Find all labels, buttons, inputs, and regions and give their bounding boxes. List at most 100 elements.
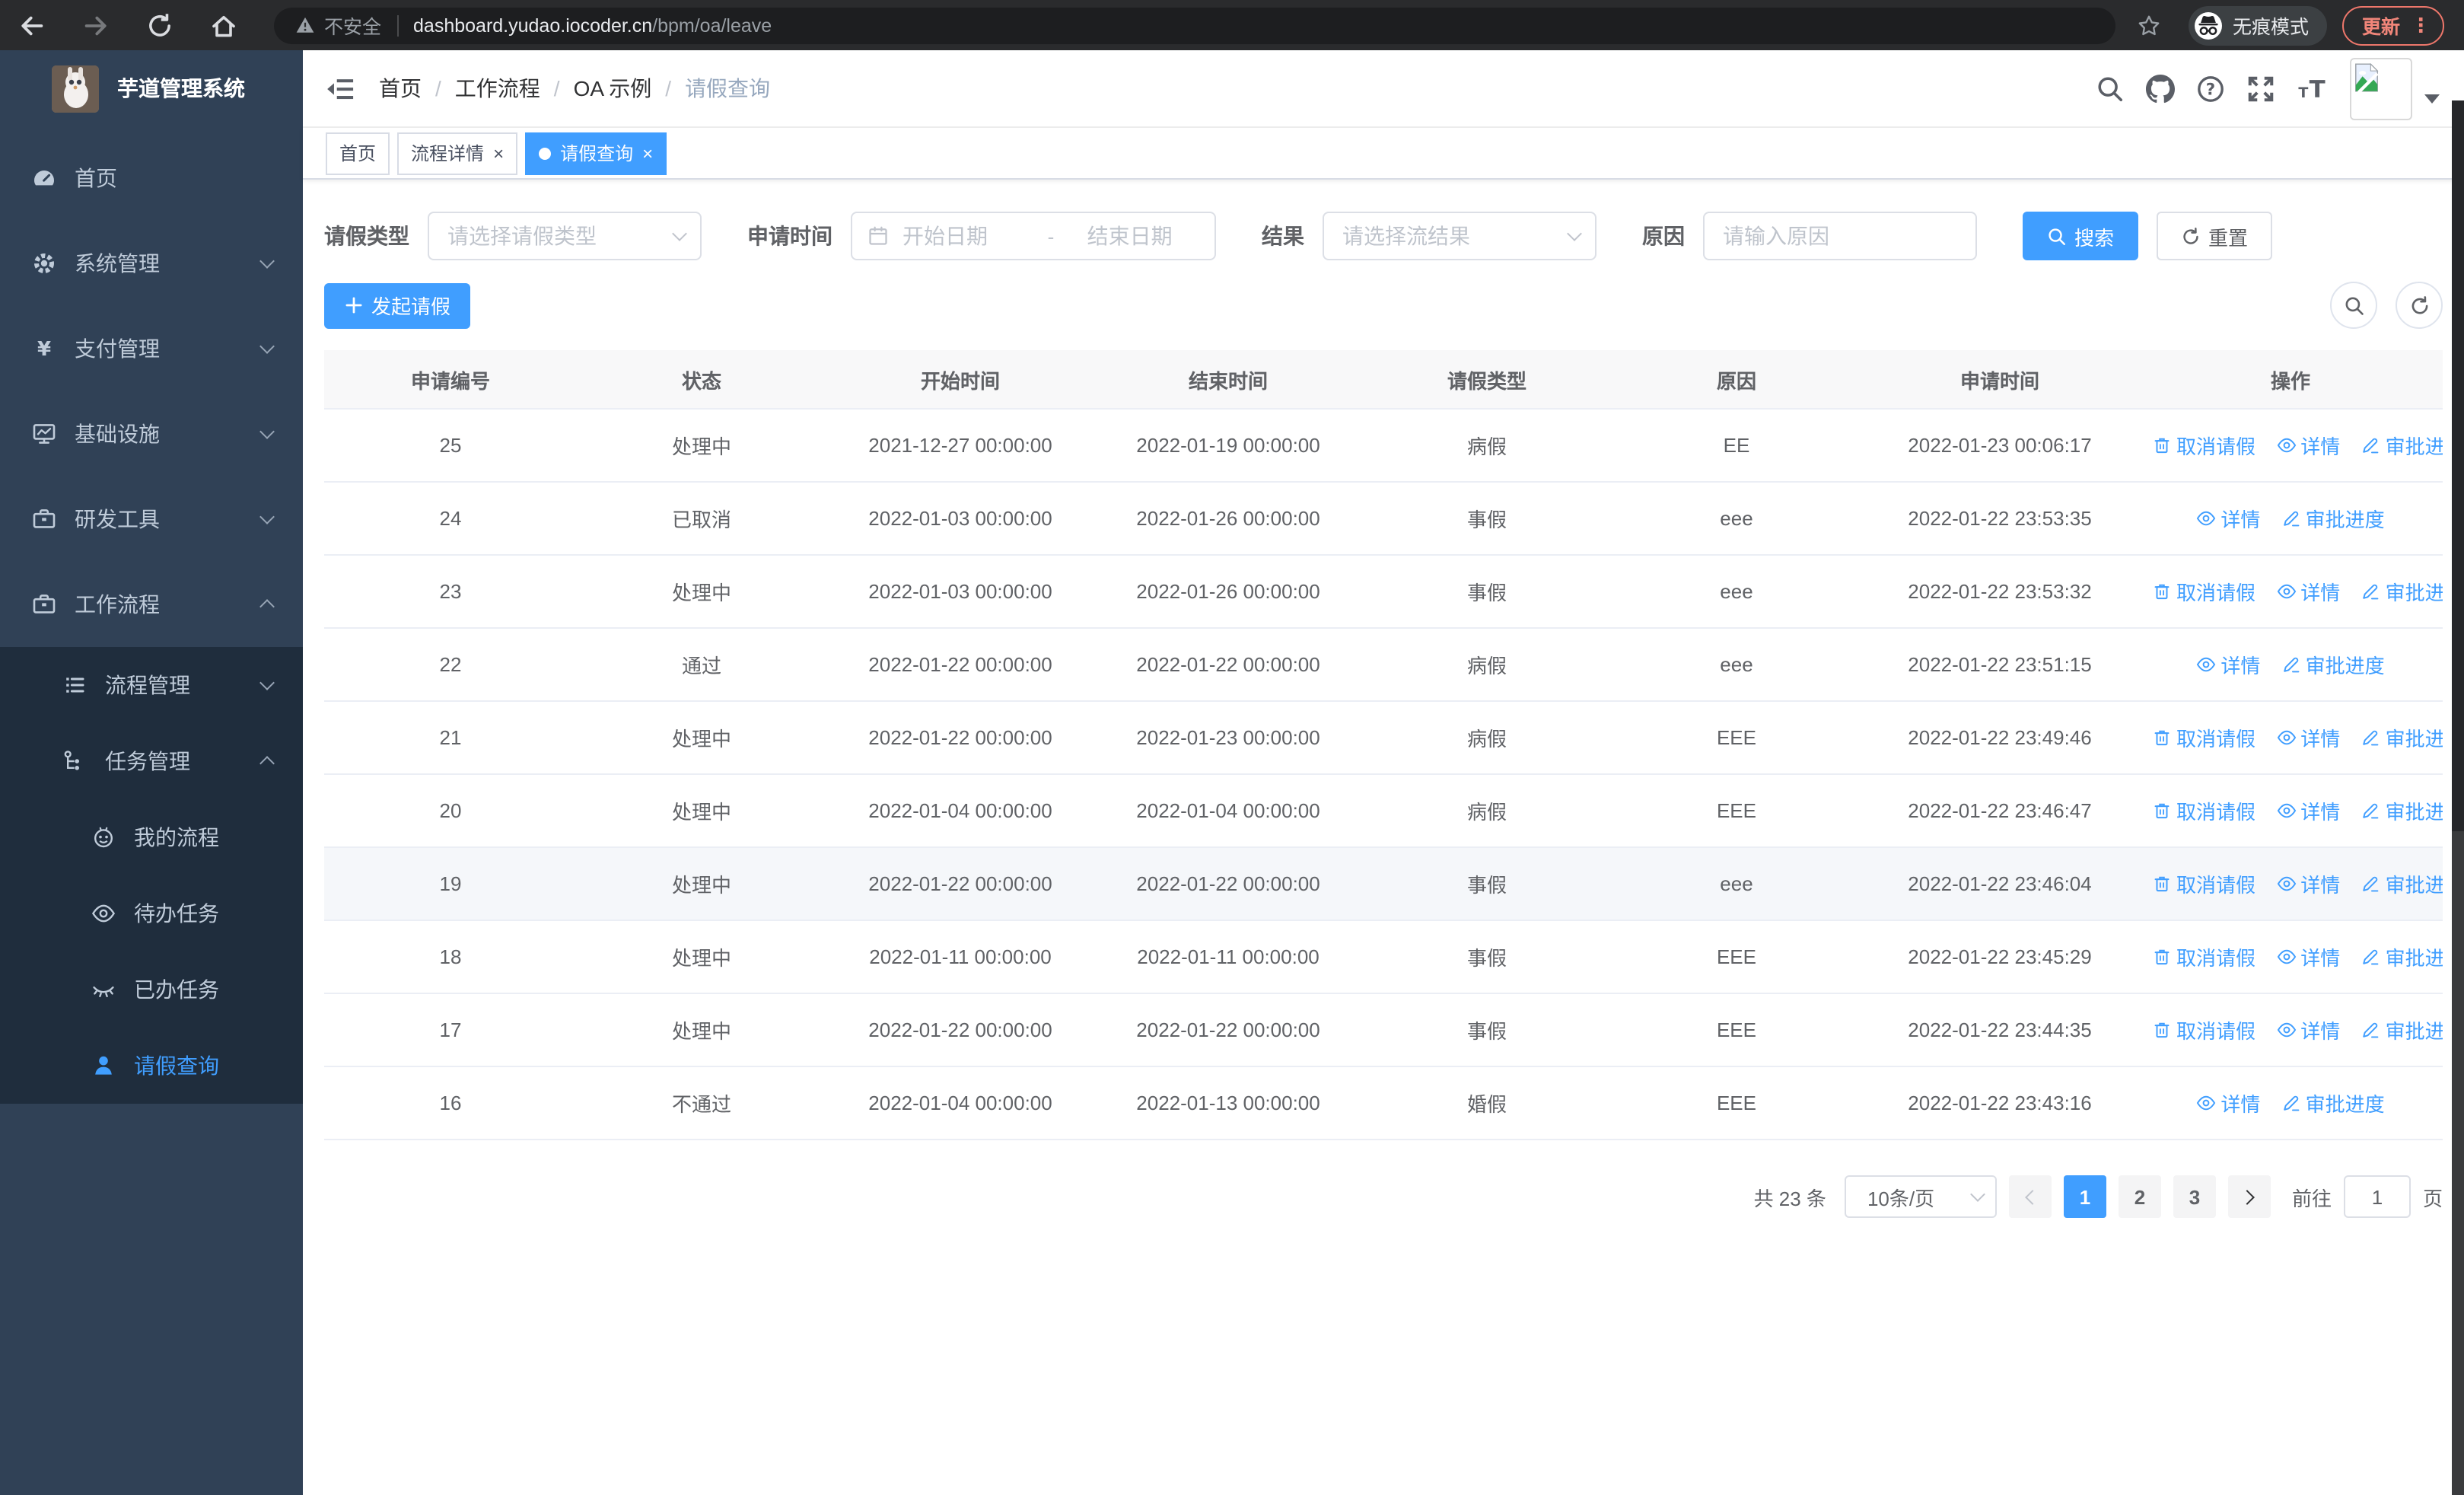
cell-id: 25 — [324, 409, 577, 483]
detail-link[interactable]: 详情 — [2196, 650, 2260, 679]
approval-progress-link[interactable]: 审批进度 — [2281, 650, 2385, 679]
breadcrumb-item[interactable]: 首页 — [379, 73, 422, 104]
cancel-leave-link[interactable]: 取消请假 — [2152, 723, 2255, 752]
result-select[interactable]: 请选择流结果 — [1323, 212, 1597, 260]
sidebar-item[interactable]: 我的流程 — [0, 799, 303, 875]
create-leave-button[interactable]: 发起请假 — [324, 282, 471, 328]
toggle-search-button[interactable] — [2330, 282, 2377, 329]
browser-forward-icon[interactable] — [82, 11, 110, 39]
end-date-placeholder[interactable]: 结束日期 — [1060, 221, 1199, 251]
cancel-leave-link[interactable]: 取消请假 — [2152, 796, 2255, 825]
github-icon[interactable] — [2146, 74, 2175, 103]
sidebar-item[interactable]: 系统管理 — [0, 221, 303, 306]
address-bar[interactable]: 不安全 dashboard.yudao.iocoder.cn/bpm/oa/le… — [274, 7, 2115, 43]
approval-progress-link[interactable]: 审批进度 — [2361, 431, 2443, 460]
app-logo-row[interactable]: 芋道管理系统 — [0, 50, 303, 126]
approval-progress-link[interactable]: 审批进度 — [2361, 723, 2443, 752]
avatar[interactable] — [2350, 57, 2412, 120]
detail-link[interactable]: 详情 — [2276, 869, 2340, 898]
browser-reload-icon[interactable] — [146, 11, 173, 39]
detail-link[interactable]: 详情 — [2276, 796, 2340, 825]
cell-id: 16 — [324, 1066, 577, 1140]
approval-progress-link[interactable]: 审批进度 — [2361, 577, 2443, 606]
page-number-button[interactable]: 3 — [2173, 1175, 2216, 1218]
approval-progress-link[interactable]: 审批进度 — [2361, 1015, 2443, 1044]
tab-close-icon[interactable]: × — [493, 144, 504, 162]
help-icon[interactable] — [2196, 74, 2225, 103]
prev-page-button[interactable] — [2008, 1175, 2052, 1218]
detail-link[interactable]: 详情 — [2196, 504, 2260, 533]
refresh-button[interactable] — [2396, 282, 2443, 329]
reset-button[interactable]: 重置 — [2157, 212, 2273, 260]
user-menu-caret-icon[interactable] — [2424, 94, 2440, 104]
table-row: 25 处理中 2021-12-27 00:00:00 2022-01-19 00… — [324, 409, 2443, 483]
cancel-leave-link[interactable]: 取消请假 — [2152, 869, 2255, 898]
chevron-right-icon — [2240, 1189, 2255, 1204]
window-scrollbar[interactable] — [2452, 100, 2464, 1495]
font-size-icon[interactable] — [2297, 74, 2326, 103]
approval-progress-link[interactable]: 审批进度 — [2361, 796, 2443, 825]
table-row: 20 处理中 2022-01-04 00:00:00 2022-01-04 00… — [324, 774, 2443, 848]
approval-progress-link[interactable]: 审批进度 — [2281, 504, 2385, 533]
approval-progress-link[interactable]: 审批进度 — [2361, 942, 2443, 971]
detail-link[interactable]: 详情 — [2276, 942, 2340, 971]
sidebar-item[interactable]: 待办任务 — [0, 875, 303, 952]
search-button[interactable]: 搜索 — [2023, 212, 2139, 260]
view-tab[interactable]: 请假查询 × — [525, 132, 667, 174]
reason-label: 原因 — [1642, 224, 1685, 248]
page-number-button[interactable]: 1 — [2063, 1175, 2106, 1218]
breadcrumb: 首页 / 工作流程 / OA 示例 / 请假查询 — [379, 73, 2074, 104]
leave-type-select[interactable]: 请选择请假类型 — [428, 212, 702, 260]
page-size-select[interactable]: 10条/页 — [1844, 1175, 1997, 1218]
trash-icon — [2152, 801, 2172, 821]
detail-link[interactable]: 详情 — [2276, 1015, 2340, 1044]
page-number-button[interactable]: 2 — [2118, 1175, 2161, 1218]
apply-time-range-picker[interactable]: 开始日期 - 结束日期 — [851, 212, 1216, 260]
next-page-button[interactable] — [2227, 1175, 2271, 1218]
cell-leave-type: 事假 — [1362, 482, 1612, 556]
sidebar-item[interactable]: 研发工具 — [0, 477, 303, 562]
sidebar-item[interactable]: 任务管理 — [0, 723, 303, 799]
bookmark-star-icon[interactable] — [2137, 13, 2161, 37]
page-url[interactable]: dashboard.yudao.iocoder.cn/bpm/oa/leave — [413, 14, 772, 36]
view-tab[interactable]: 流程详情 × — [397, 132, 518, 174]
sidebar-item[interactable]: 工作流程 — [0, 562, 303, 647]
approval-progress-link[interactable]: 审批进度 — [2281, 1089, 2385, 1117]
sidebar-item[interactable]: 首页 — [0, 135, 303, 221]
detail-link[interactable]: 详情 — [2196, 1089, 2260, 1117]
tab-close-icon[interactable]: × — [642, 144, 653, 162]
goto-page-input[interactable] — [2343, 1175, 2411, 1218]
approval-progress-link[interactable]: 审批进度 — [2361, 869, 2443, 898]
scrollbar-thumb[interactable] — [2452, 100, 2464, 831]
sidebar-item[interactable]: 支付管理 — [0, 306, 303, 391]
breadcrumb-item[interactable]: OA 示例 — [574, 73, 652, 104]
breadcrumb-item[interactable]: 请假查询 — [685, 73, 770, 104]
sidebar-collapse-icon[interactable] — [326, 74, 355, 103]
browser-back-icon[interactable] — [18, 11, 46, 39]
detail-link[interactable]: 详情 — [2276, 577, 2340, 606]
sidebar-item[interactable]: 已办任务 — [0, 952, 303, 1028]
table-row: 23 处理中 2022-01-03 00:00:00 2022-01-26 00… — [324, 555, 2443, 629]
sidebar-item[interactable]: 流程管理 — [0, 647, 303, 723]
not-secure-label[interactable]: 不安全 — [324, 11, 381, 40]
breadcrumb-item[interactable]: 工作流程 — [455, 73, 540, 104]
browser-menu-icon[interactable]: ⋮ — [2411, 15, 2431, 35]
start-date-placeholder[interactable]: 开始日期 — [903, 221, 1042, 251]
cancel-leave-link[interactable]: 取消请假 — [2152, 577, 2255, 606]
cancel-leave-link[interactable]: 取消请假 — [2152, 942, 2255, 971]
detail-link[interactable]: 详情 — [2276, 431, 2340, 460]
detail-link[interactable]: 详情 — [2276, 723, 2340, 752]
tags-view: 首页 流程详情 × 请假查询 × — [303, 128, 2464, 180]
header-search-icon[interactable] — [2096, 74, 2125, 103]
sidebar-item-icon — [91, 825, 116, 850]
sidebar-item[interactable]: 基础设施 — [0, 391, 303, 477]
browser-update-button[interactable]: 更新 ⋮ — [2342, 5, 2445, 45]
sidebar-item[interactable]: 请假查询 — [0, 1028, 303, 1104]
browser-home-icon[interactable] — [210, 11, 237, 39]
cancel-leave-link[interactable]: 取消请假 — [2152, 1015, 2255, 1044]
cancel-leave-link[interactable]: 取消请假 — [2152, 431, 2255, 460]
view-tab[interactable]: 首页 — [326, 132, 390, 174]
reason-input[interactable] — [1703, 212, 1977, 260]
cell-id: 24 — [324, 482, 577, 556]
fullscreen-icon[interactable] — [2246, 74, 2275, 103]
